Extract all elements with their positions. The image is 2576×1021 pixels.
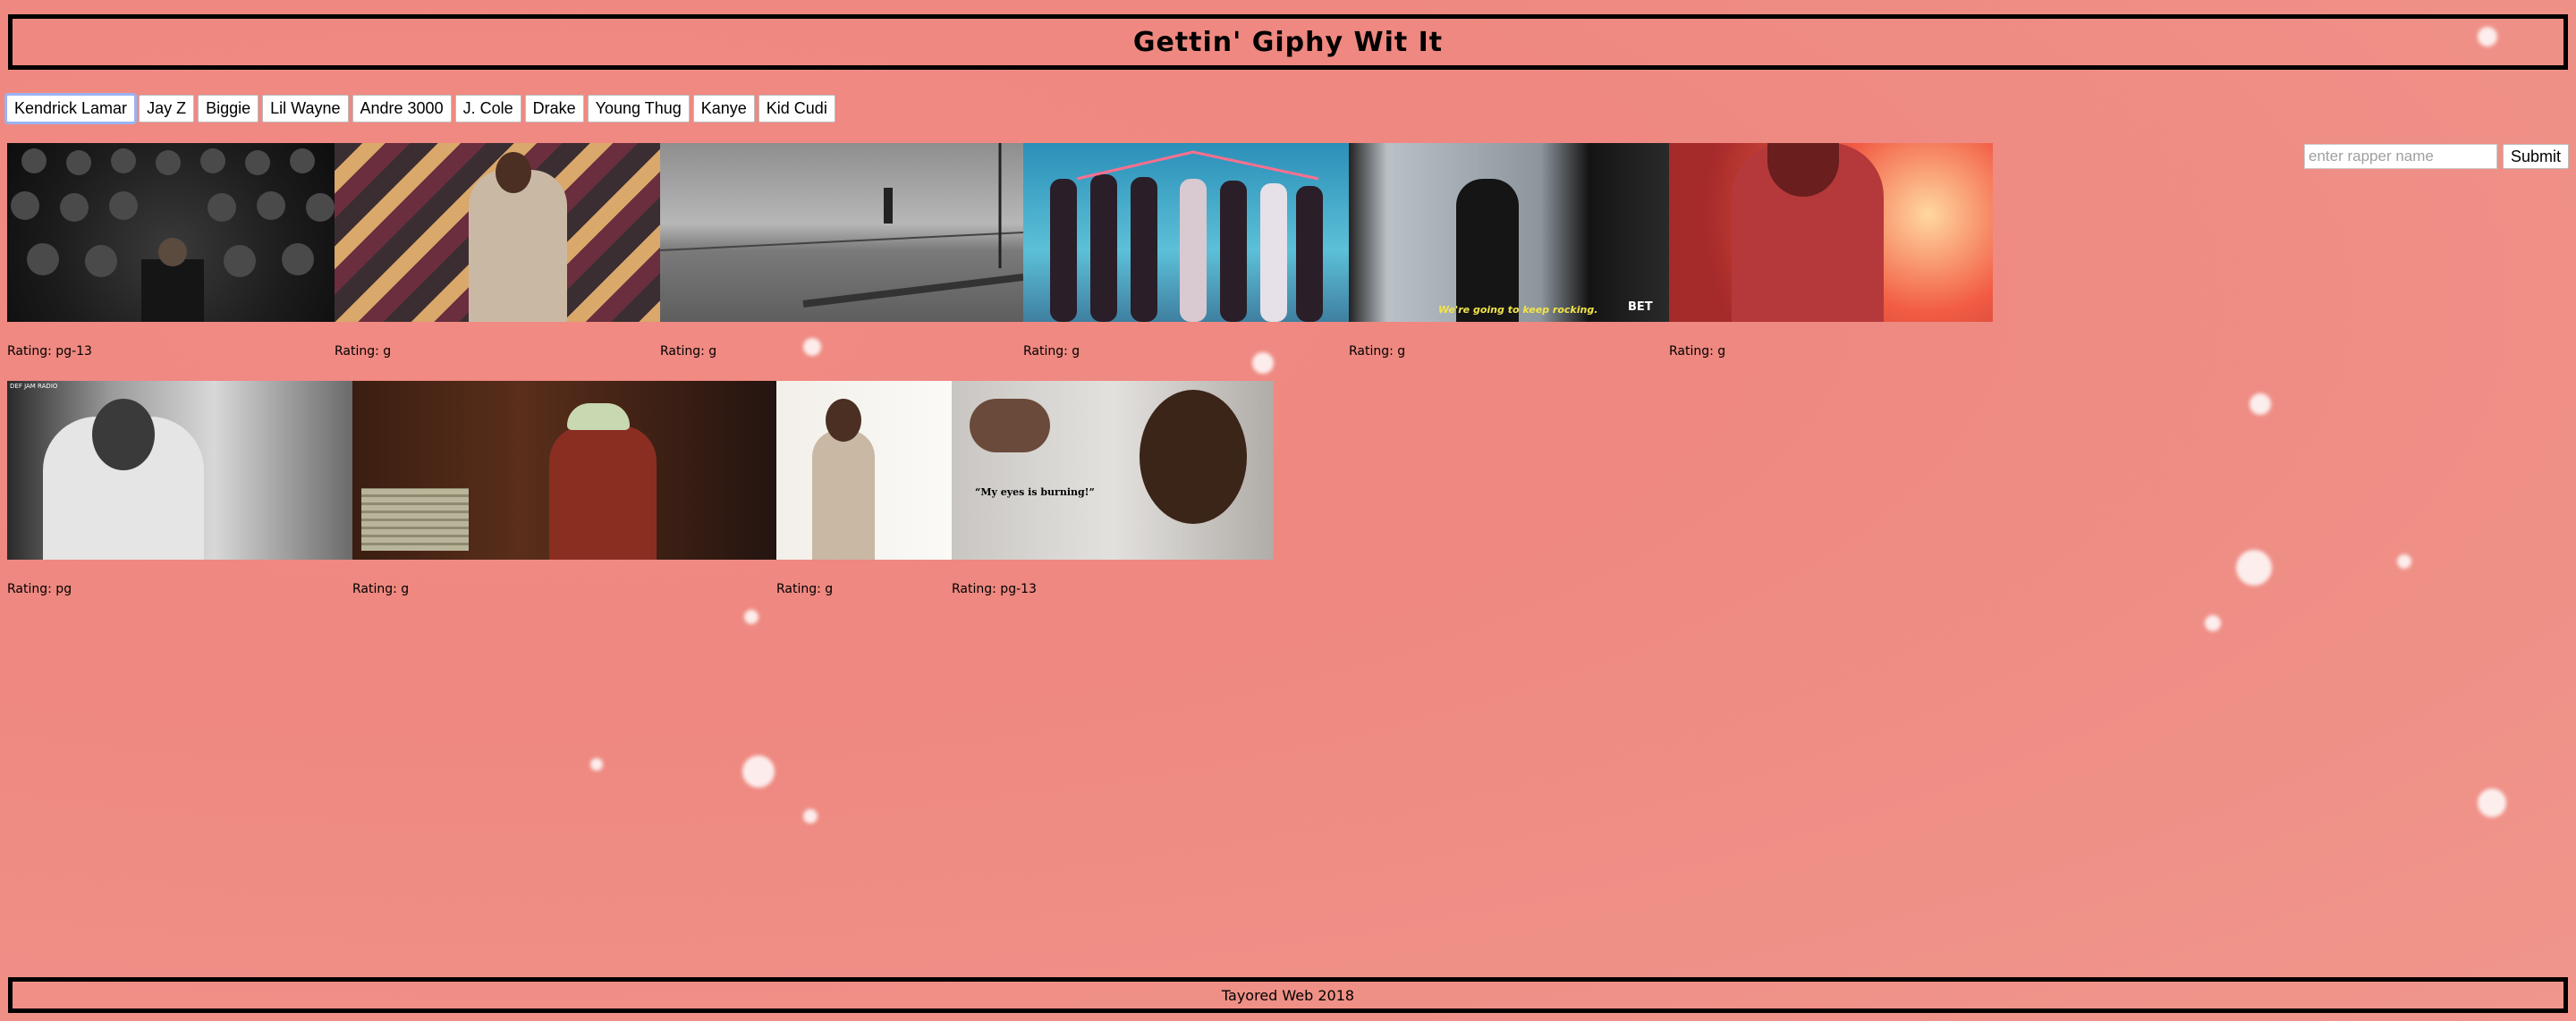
bokeh-light — [590, 758, 603, 771]
gif-image[interactable]: We're going to keep rocking. BET — [1349, 143, 1669, 322]
road-scene — [660, 143, 1023, 308]
gif-rating: Rating: g — [1669, 344, 1726, 359]
gif-rating: Rating: pg — [7, 582, 72, 596]
gif-image[interactable] — [776, 381, 952, 560]
person-figure — [549, 426, 657, 560]
gif-rating: Rating: g — [352, 582, 410, 596]
money-stack — [361, 488, 469, 551]
rapper-button-j-cole[interactable]: J. Cole — [454, 95, 521, 122]
gif-rating: Rating: g — [1023, 344, 1080, 359]
gif-rating: Rating: g — [1349, 344, 1406, 359]
bokeh-light — [803, 809, 818, 823]
rapper-button-young-thug[interactable]: Young Thug — [587, 95, 690, 122]
gif-image[interactable]: “My eyes is burning!” — [952, 381, 1274, 560]
bokeh-light — [742, 755, 775, 788]
bokeh-light — [2397, 554, 2411, 569]
gif-rating: Rating: pg-13 — [952, 582, 1037, 596]
rapper-button-andre-3000[interactable]: Andre 3000 — [352, 95, 452, 122]
gif-image[interactable] — [660, 143, 1023, 322]
performer-figure — [469, 170, 567, 322]
rapper-button-drake[interactable]: Drake — [524, 95, 584, 122]
speaker-figure — [1456, 179, 1519, 322]
rapper-button-jay-z[interactable]: Jay Z — [139, 95, 195, 122]
page-title: Gettin' Giphy Wit It — [1132, 26, 1444, 58]
rapper-button-kid-cudi[interactable]: Kid Cudi — [758, 95, 835, 122]
gif-rating: Rating: g — [335, 344, 392, 359]
bokeh-light — [2205, 615, 2221, 631]
person-figure — [812, 430, 875, 560]
submit-button[interactable]: Submit — [2503, 144, 2570, 169]
bet-logo: BET — [1628, 300, 1653, 314]
rapper-search-input[interactable] — [2304, 144, 2497, 169]
performer-head — [496, 152, 531, 193]
rapper-button-lil-wayne[interactable]: Lil Wayne — [262, 95, 349, 122]
bokeh-light — [2478, 789, 2506, 817]
bokeh-light — [2250, 393, 2271, 415]
rapper-button-biggie[interactable]: Biggie — [198, 95, 259, 122]
rapper-buttons: Kendrick Lamar Jay Z Biggie Lil Wayne An… — [4, 93, 835, 124]
gif-image[interactable] — [1023, 143, 1349, 322]
gif-image[interactable] — [352, 381, 776, 560]
gif-image[interactable]: DEF JAM RADIO — [7, 381, 352, 560]
hand-figure — [970, 399, 1050, 452]
rapper-button-kanye[interactable]: Kanye — [692, 95, 755, 122]
bokeh-light — [803, 338, 821, 356]
gif-image[interactable] — [335, 143, 660, 322]
gif-rating: Rating: pg-13 — [7, 344, 92, 359]
crowd-figures — [11, 148, 335, 322]
person-head — [92, 399, 155, 470]
search-form: Submit — [2304, 144, 2570, 169]
bokeh-light — [2236, 550, 2272, 586]
page-footer: Tayored Web 2018 — [8, 977, 2568, 1013]
rapper-button-kendrick-lamar[interactable]: Kendrick Lamar — [4, 93, 138, 124]
gif-caption: “My eyes is burning!” — [975, 486, 1095, 498]
gif-rating: Rating: g — [660, 344, 717, 359]
gif-image[interactable] — [7, 143, 335, 322]
gif-rating: Rating: g — [776, 582, 834, 596]
dancers-figures — [1050, 150, 1323, 322]
bokeh-light — [744, 610, 758, 624]
footer-text: Tayored Web 2018 — [1221, 986, 1355, 1004]
person-head — [826, 399, 861, 442]
page-header: Gettin' Giphy Wit It — [8, 14, 2568, 70]
bokeh-light — [1252, 352, 1274, 374]
person-head — [1140, 390, 1247, 524]
gif-caption: We're going to keep rocking. — [1438, 304, 1598, 316]
corner-text: DEF JAM RADIO — [10, 383, 58, 390]
gif-image[interactable] — [1669, 143, 1993, 322]
person-hat — [567, 403, 630, 430]
